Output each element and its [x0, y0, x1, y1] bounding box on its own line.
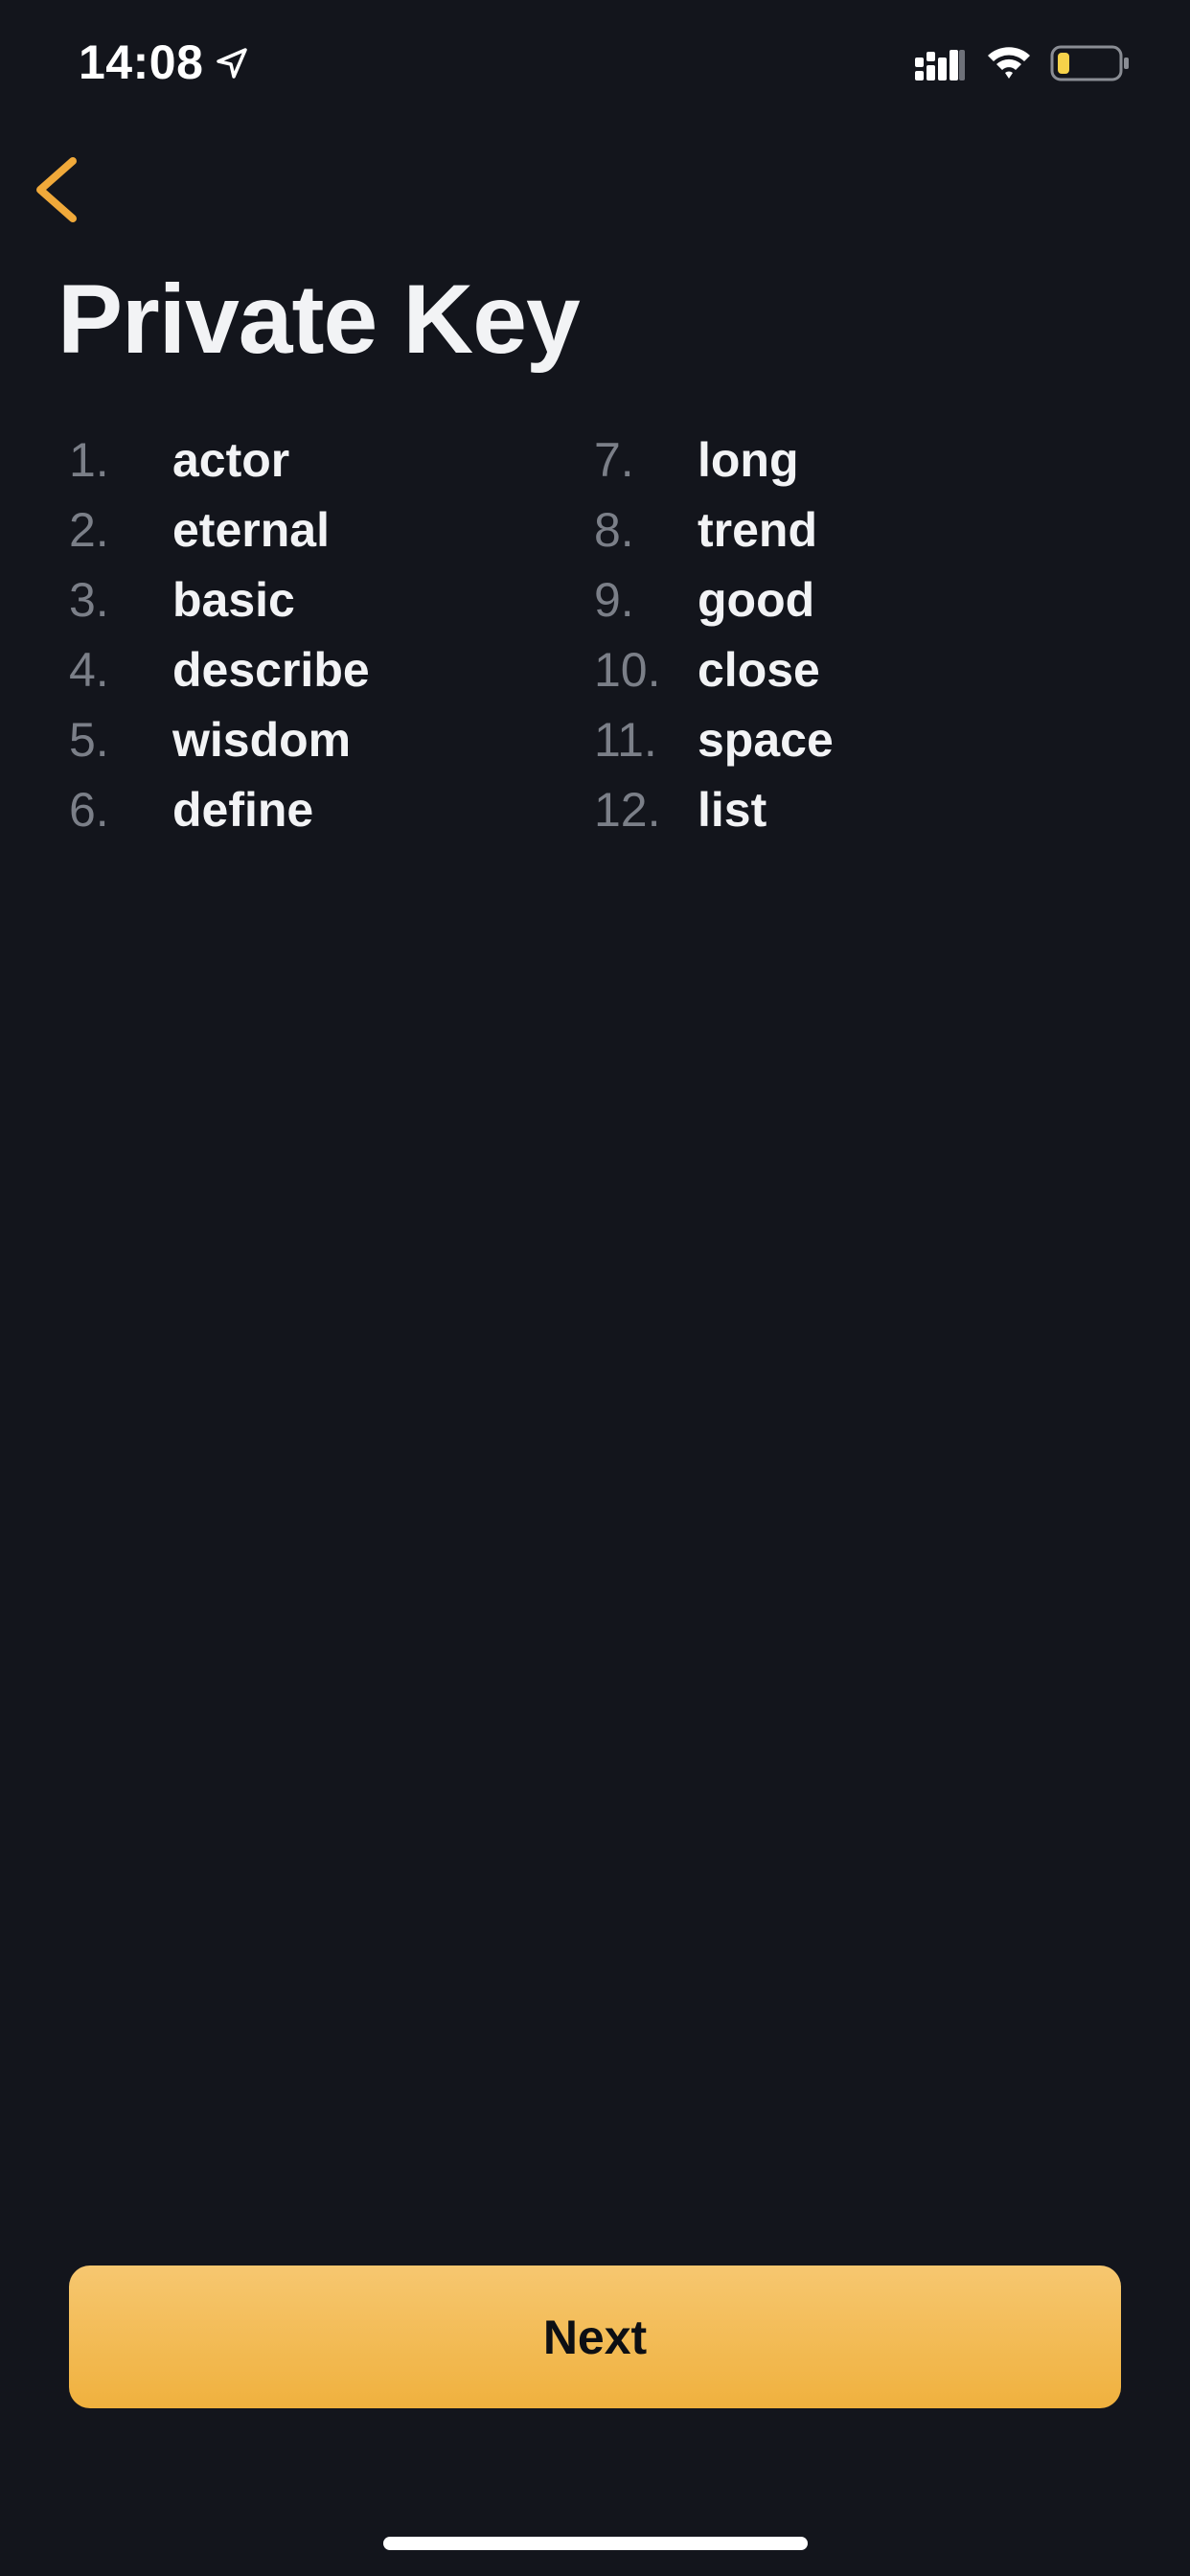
cellular-signal-icon [915, 50, 965, 80]
seed-word-number: 11. [594, 713, 657, 767]
seed-word: list [698, 783, 767, 837]
seed-word-item: 8. trend [0, 506, 1190, 576]
seed-word-item: 10. close [0, 646, 1190, 716]
home-indicator [383, 2537, 808, 2550]
seed-word-item: 9. good [0, 576, 1190, 646]
chevron-left-icon [36, 157, 77, 222]
seed-word-number: 9. [594, 573, 634, 627]
seed-word-item: 11. space [0, 716, 1190, 786]
seed-word-number: 7. [594, 433, 634, 487]
seed-word-number: 8. [594, 503, 634, 557]
next-button[interactable]: Next [69, 2266, 1121, 2408]
seed-word-item: 7. long [0, 436, 1190, 506]
seed-word: long [698, 433, 799, 487]
back-button[interactable] [27, 153, 94, 226]
battery-icon [1050, 45, 1129, 81]
location-arrow-icon [217, 48, 247, 79]
seed-word: space [698, 713, 834, 767]
seed-word-item: 12. list [0, 786, 1190, 856]
seed-word-number: 10. [594, 643, 661, 697]
seed-word: good [698, 573, 815, 627]
wifi-icon [988, 47, 1030, 79]
status-bar: 14:08 [0, 0, 1190, 134]
status-time: 14:08 [79, 35, 204, 89]
page-title: Private Key [57, 264, 581, 374]
seed-word: close [698, 643, 820, 697]
seed-word-number: 12. [594, 783, 661, 837]
seed-word: trend [698, 503, 817, 557]
